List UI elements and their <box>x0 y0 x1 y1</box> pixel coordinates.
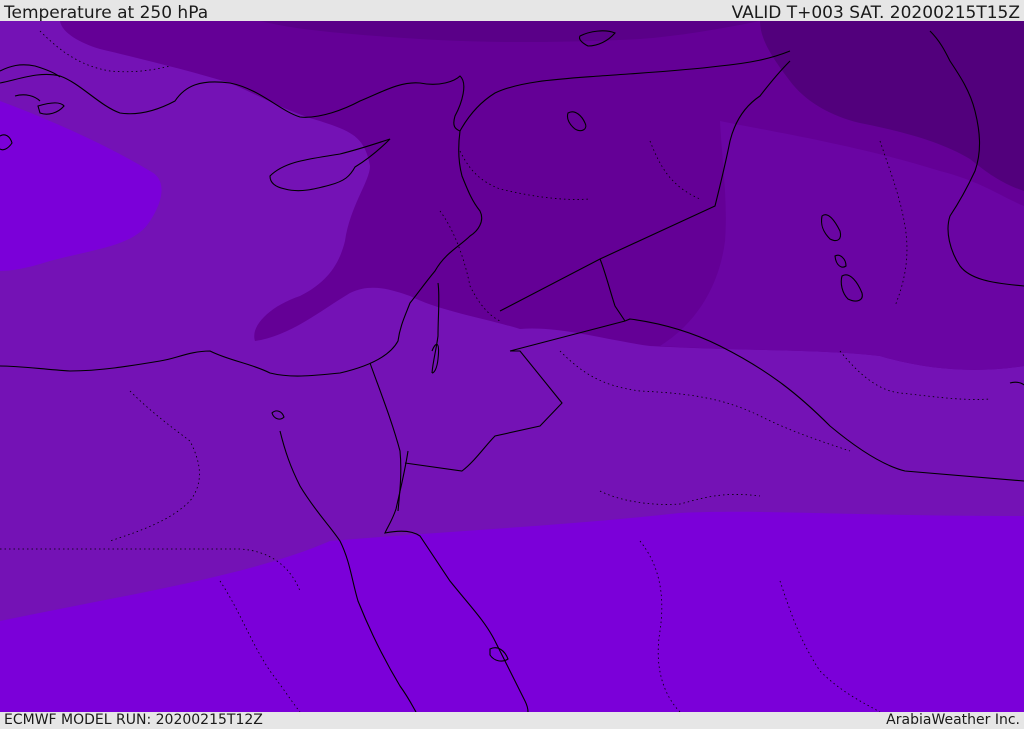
model-run-label: ECMWF MODEL RUN: 20200215T12Z <box>4 712 263 728</box>
map-title: Temperature at 250 hPa <box>4 3 209 23</box>
weather-map[interactable] <box>0 21 1024 712</box>
valid-time: VALID T+003 SAT. 20200215T15Z <box>731 3 1020 23</box>
footer-bar: ECMWF MODEL RUN: 20200215T12Z ArabiaWeat… <box>0 712 1024 729</box>
header-bar: Temperature at 250 hPa VALID T+003 SAT. … <box>0 0 1024 23</box>
credit-label: ArabiaWeather Inc. <box>886 712 1020 728</box>
temperature-field-map <box>0 21 1024 712</box>
